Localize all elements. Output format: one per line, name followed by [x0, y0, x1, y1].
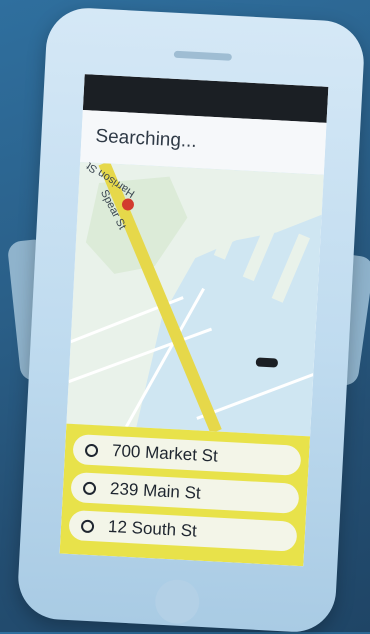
car-icon: [255, 357, 279, 368]
destination-label: 12 South St: [107, 516, 198, 541]
home-button[interactable]: [154, 578, 201, 625]
phone-speaker: [173, 50, 232, 61]
phone-screen: Searching... Spear St Harrison St 700 Ma…: [59, 74, 329, 567]
radio-icon: [82, 481, 97, 495]
map-view[interactable]: Spear St Harrison St: [66, 161, 324, 437]
radio-icon: [80, 519, 95, 533]
destination-label: 700 Market St: [111, 441, 219, 466]
smartphone: Searching... Spear St Harrison St 700 Ma…: [16, 6, 366, 634]
destination-option-2[interactable]: 239 Main St: [70, 471, 300, 514]
destination-label: 239 Main St: [109, 479, 202, 503]
radio-icon: [84, 443, 99, 457]
destination-option-3[interactable]: 12 South St: [68, 509, 298, 552]
destination-option-1[interactable]: 700 Market St: [72, 434, 302, 476]
search-status-text: Searching...: [94, 125, 198, 153]
destination-panel: 700 Market St 239 Main St 12 South St: [59, 423, 311, 567]
